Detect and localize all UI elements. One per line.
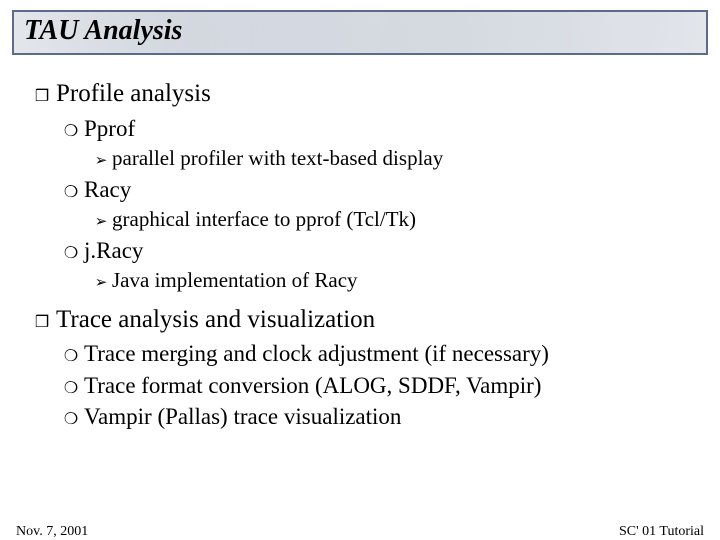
- bullet-level3: ➢ parallel profiler with text-based disp…: [28, 144, 692, 172]
- bullet-level2: ❍ Trace format conversion (ALOG, SDDF, V…: [28, 370, 692, 401]
- circle-bullet-icon: ❍: [58, 378, 84, 400]
- bullet-level2: ❍ Vampir (Pallas) trace visualization: [28, 401, 692, 432]
- level2-text: j.Racy: [84, 235, 143, 266]
- level3-text: graphical interface to pprof (Tcl/Tk): [112, 205, 416, 233]
- bullet-level2: ❍ j.Racy: [28, 235, 692, 266]
- arrow-bullet-icon: ➢: [90, 212, 112, 232]
- bullet-level2: ❍ Racy: [28, 174, 692, 205]
- circle-bullet-icon: ❍: [58, 346, 84, 368]
- level2-text: Racy: [84, 174, 131, 205]
- level3-text: parallel profiler with text-based displa…: [112, 144, 443, 172]
- level2-text: Vampir (Pallas) trace visualization: [84, 401, 401, 432]
- square-bullet-icon: ❒: [28, 86, 56, 108]
- circle-bullet-icon: ❍: [58, 121, 84, 143]
- slide: TAU Analysis ❒ Profile analysis ❍ Pprof …: [0, 10, 720, 540]
- level2-text: Trace format conversion (ALOG, SDDF, Vam…: [84, 370, 541, 401]
- bullet-level1: ❒ Profile analysis: [28, 77, 692, 111]
- bullet-level3: ➢ Java implementation of Racy: [28, 266, 692, 294]
- circle-bullet-icon: ❍: [58, 409, 84, 431]
- bullet-level3: ➢ graphical interface to pprof (Tcl/Tk): [28, 205, 692, 233]
- footer-event: SC' 01 Tutorial: [619, 524, 704, 540]
- bullet-level1: ❒ Trace analysis and visualization: [28, 303, 692, 337]
- level1-text: Profile analysis: [56, 77, 211, 111]
- slide-title: TAU Analysis: [24, 16, 696, 47]
- level3-text: Java implementation of Racy: [112, 266, 358, 294]
- arrow-bullet-icon: ➢: [90, 273, 112, 293]
- bullet-level2: ❍ Trace merging and clock adjustment (if…: [28, 338, 692, 369]
- circle-bullet-icon: ❍: [58, 243, 84, 265]
- slide-body: ❒ Profile analysis ❍ Pprof ➢ parallel pr…: [0, 55, 720, 432]
- arrow-bullet-icon: ➢: [90, 151, 112, 171]
- level2-text: Pprof: [84, 113, 135, 144]
- square-bullet-icon: ❒: [28, 312, 56, 334]
- circle-bullet-icon: ❍: [58, 182, 84, 204]
- level1-text: Trace analysis and visualization: [56, 303, 375, 337]
- footer: Nov. 7, 2001 SC' 01 Tutorial: [16, 524, 704, 540]
- bullet-level2: ❍ Pprof: [28, 113, 692, 144]
- footer-date: Nov. 7, 2001: [16, 524, 88, 540]
- title-bar: TAU Analysis: [12, 10, 708, 55]
- level2-text: Trace merging and clock adjustment (if n…: [84, 338, 549, 369]
